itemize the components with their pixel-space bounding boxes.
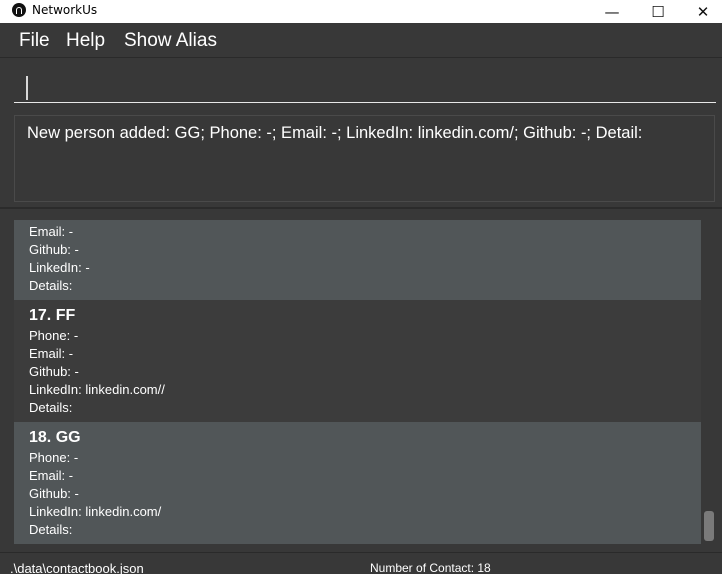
person-list[interactable]: Email: - Github: - LinkedIn: - Details: … — [0, 210, 722, 552]
command-area — [0, 58, 722, 106]
close-button[interactable]: ✕ — [681, 0, 722, 23]
person-linkedin: LinkedIn: linkedin.com// — [29, 382, 165, 397]
menu-bar: File Help Show Alias — [0, 23, 722, 58]
save-file-path: .\data\contactbook.json — [10, 561, 144, 574]
person-card[interactable]: 17. FF Phone: - Email: - Github: - Linke… — [14, 300, 701, 422]
person-name: 17. FF — [29, 307, 76, 324]
person-linkedin: LinkedIn: linkedin.com/ — [29, 504, 162, 519]
person-card[interactable]: 18. GG Phone: - Email: - Github: - Linke… — [14, 422, 701, 544]
divider — [0, 207, 722, 209]
result-display: New person added: GG; Phone: -; Email: -… — [14, 115, 715, 202]
person-card[interactable]: Email: - Github: - LinkedIn: - Details: — [14, 220, 701, 300]
person-phone: Phone: - — [29, 328, 79, 343]
result-message: New person added: GG; Phone: -; Email: -… — [27, 124, 643, 142]
minimize-icon: — — [604, 2, 620, 21]
person-github: Github: - — [29, 242, 79, 257]
text-cursor — [26, 76, 28, 100]
person-name: 18. GG — [29, 429, 81, 446]
minimize-button[interactable]: — — [590, 0, 634, 23]
title-bar: NetworkUs — ☐ ✕ — [0, 0, 722, 23]
person-details: Details: — [29, 278, 73, 293]
menu-show-alias[interactable]: Show Alias — [124, 30, 217, 52]
window-title: NetworkUs — [32, 3, 98, 17]
status-bar: .\data\contactbook.json Number of Contac… — [0, 552, 722, 574]
menu-file[interactable]: File — [19, 30, 50, 52]
person-details: Details: — [29, 400, 73, 415]
maximize-icon: ☐ — [651, 2, 665, 21]
command-input[interactable] — [14, 66, 716, 103]
person-phone: Phone: - — [29, 450, 79, 465]
scrollbar-track[interactable] — [704, 210, 716, 552]
menu-help[interactable]: Help — [66, 30, 105, 52]
app-logo-icon — [12, 3, 26, 17]
person-linkedin: LinkedIn: - — [29, 260, 90, 275]
person-details: Details: — [29, 522, 73, 537]
contact-count: Number of Contact: 18 — [370, 561, 491, 574]
person-email: Email: - — [29, 468, 74, 483]
person-email: Email: - — [29, 224, 74, 239]
person-github: Github: - — [29, 486, 79, 501]
person-github: Github: - — [29, 364, 79, 379]
close-icon: ✕ — [696, 2, 710, 21]
scrollbar-thumb[interactable] — [704, 511, 714, 541]
maximize-button[interactable]: ☐ — [636, 0, 680, 23]
person-email: Email: - — [29, 346, 74, 361]
